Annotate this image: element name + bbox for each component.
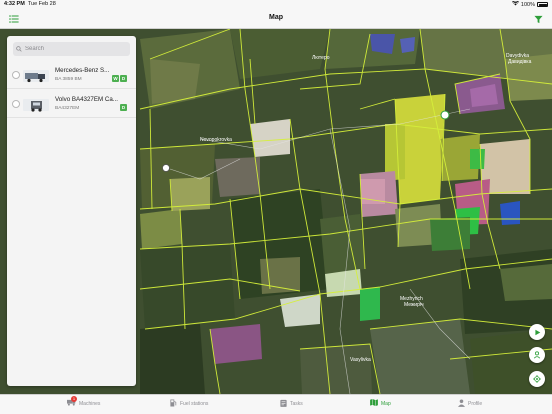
truck-thumbnail (23, 99, 49, 112)
search-input[interactable] (25, 46, 125, 52)
clipboard-icon (280, 399, 287, 409)
search-box[interactable] (13, 42, 130, 56)
person-icon (458, 399, 465, 409)
machine-plate: BA 3859 BM (55, 77, 82, 82)
crosshair-icon (533, 375, 541, 383)
tab-bar: 1 Machines Fuel stations Tasks Map Profi… (0, 394, 552, 414)
page-title: Map (269, 14, 283, 21)
user-location-button[interactable] (529, 347, 545, 363)
map-label: Vasylivka (350, 357, 371, 363)
search-icon (16, 46, 22, 52)
status-badge: W (112, 75, 119, 82)
select-radio[interactable] (12, 100, 20, 108)
tab-label: Fuel stations (180, 401, 209, 407)
play-icon (534, 329, 540, 335)
machine-item[interactable]: Mercedes-Benz S... BA 3859 BM W D (7, 62, 136, 89)
nav-bar: Map (0, 9, 552, 29)
status-badge: D (120, 104, 127, 111)
machine-name: Volvo BA4327EM Ca... (55, 96, 118, 103)
tab-profile[interactable]: Profile (458, 399, 482, 409)
tab-fuel-stations[interactable]: Fuel stations (170, 399, 208, 409)
machine-name: Mercedes-Benz S... (55, 67, 110, 74)
tab-machines[interactable]: 1 Machines (67, 396, 101, 408)
notification-badge: 1 (71, 396, 77, 402)
status-indicators: 100% (511, 0, 548, 8)
machine-plate: BA4327EM (55, 106, 80, 111)
status-time: 4:32 PM Tue Feb 28 (4, 1, 56, 7)
my-location-button[interactable] (529, 371, 545, 387)
truck-thumbnail (23, 70, 49, 83)
truck-icon: 1 (67, 396, 77, 408)
tab-label: Machines (79, 400, 101, 407)
person-pin-icon (533, 351, 541, 359)
wifi-icon (511, 0, 519, 8)
play-track-button[interactable] (529, 324, 545, 340)
map-label: Лютеро (312, 55, 330, 61)
battery-percent: 100% (520, 1, 535, 8)
status-bar: 4:32 PM Tue Feb 28 100% (0, 0, 552, 9)
fuel-pump-icon (170, 399, 177, 409)
tab-label: Profile (468, 401, 483, 407)
filter-icon (533, 15, 543, 23)
tab-label: Tasks (290, 401, 303, 407)
map-label: Межиріч (404, 302, 424, 308)
filter-button[interactable] (532, 13, 544, 25)
machines-panel: Mercedes-Benz S... BA 3859 BM W D Volvo … (7, 36, 136, 386)
location-marker[interactable] (162, 164, 170, 172)
map-label: Давидівка (508, 59, 532, 65)
battery-icon (537, 2, 548, 7)
status-badge: D (120, 75, 127, 82)
machine-item[interactable]: Volvo BA4327EM Ca... BA4327EM D (7, 91, 136, 118)
map-icon (370, 399, 378, 408)
tab-tasks[interactable]: Tasks (280, 399, 303, 409)
tab-label: Map (381, 400, 391, 407)
tab-map[interactable]: Map (370, 399, 391, 408)
select-radio[interactable] (12, 71, 20, 79)
machine-marker-1[interactable] (440, 110, 450, 120)
map-label: Novopokrovka (200, 137, 232, 143)
